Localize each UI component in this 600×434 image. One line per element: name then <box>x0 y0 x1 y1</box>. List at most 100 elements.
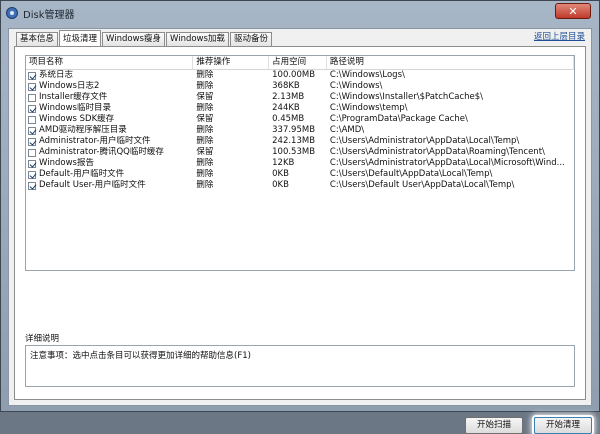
junk-cleanup-pane: 项目名称 推荐操作 占用空间 路径说明 系统日志 删除 100.00MB C:\Win… <box>14 46 592 434</box>
row-path: C:\ProgramData\Package Cache\ <box>329 114 468 124</box>
row-name-cell: Default User-用户临时文件 <box>26 180 193 191</box>
close-icon: ✕ <box>568 4 578 18</box>
row-path: C:\Users\Administrator\AppData\Local\Mic… <box>329 158 565 168</box>
row-action: 删除 <box>196 125 214 135</box>
row-name: Installer缓存文件 <box>39 92 108 102</box>
row-name-cell: Administrator-腾讯QQ临时缓存 <box>26 147 193 158</box>
row-name-cell: Installer缓存文件 <box>26 92 193 103</box>
row-name: Administrator-腾讯QQ临时缓存 <box>39 147 164 157</box>
row-name: AMD驱动程序解压目录 <box>39 125 127 135</box>
row-checkbox[interactable] <box>28 159 36 168</box>
list-header: 项目名称 推荐操作 占用空间 路径说明 <box>26 56 574 70</box>
help-link[interactable]: 返回上层目录 <box>534 30 585 42</box>
row-path: C:\Users\Administrator\AppData\Roaming\T… <box>329 147 545 157</box>
row-action: 删除 <box>196 103 214 113</box>
row-path: C:\Users\Administrator\AppData\Local\Tem… <box>329 136 520 146</box>
cleanup-item-list[interactable]: 项目名称 推荐操作 占用空间 路径说明 系统日志 删除 100.00MB C:\Win… <box>25 55 575 271</box>
row-action: 删除 <box>196 81 214 91</box>
tab-basic-info[interactable]: 基本信息 <box>16 32 59 46</box>
table-row[interactable]: Administrator-用户临时文件 删除 242.13MB C:\Users\A… <box>26 136 574 147</box>
disk-manager-window: Disk管理器 ✕ 基本信息 垃圾清理 Windows瘦身 Windows加载 … <box>0 0 600 434</box>
table-row[interactable]: Windows临时目录 删除 244KB C:\Windows\temp\ <box>26 103 574 114</box>
row-checkbox[interactable] <box>28 137 36 146</box>
table-row[interactable]: Administrator-腾讯QQ临时缓存 保留 100.53MB C:\Users… <box>26 147 574 158</box>
row-name: Windows临时目录 <box>39 103 111 113</box>
column-header-size[interactable]: 占用空间 <box>269 56 327 69</box>
row-checkbox[interactable] <box>28 82 36 91</box>
row-name-cell: Windows临时目录 <box>26 103 193 114</box>
tab-driver-backup[interactable]: 驱动备份 <box>229 32 272 46</box>
row-name: Windows日志2 <box>39 81 100 91</box>
row-name-cell: AMD驱动程序解压目录 <box>26 125 193 136</box>
detail-label: 详细说明 <box>25 334 60 344</box>
row-path: C:\Windows\temp\ <box>329 103 408 113</box>
row-action: 保留 <box>196 147 214 157</box>
table-row[interactable]: Windows日志2 删除 368KB C:\Windows\ <box>26 81 574 92</box>
row-action: 删除 <box>196 136 214 146</box>
row-size: 0KB <box>272 180 289 190</box>
row-name: 系统日志 <box>39 70 74 80</box>
client-area: 基本信息 垃圾清理 Windows瘦身 Windows加载 驱动备份 返回上层目… <box>8 28 592 434</box>
row-name: Windows SDK缓存 <box>39 114 115 124</box>
row-size: 242.13MB <box>272 136 316 146</box>
row-checkbox[interactable] <box>28 115 36 124</box>
tab-windows-startup[interactable]: Windows加载 <box>165 32 229 46</box>
row-name-cell: Administrator-用户临时文件 <box>26 136 193 147</box>
column-header-name[interactable]: 项目名称 <box>26 56 194 69</box>
row-checkbox[interactable] <box>28 126 36 135</box>
row-action: 删除 <box>196 169 214 179</box>
row-size: 368KB <box>272 81 300 91</box>
row-name: Administrator-用户临时文件 <box>39 136 151 146</box>
start-scan-button[interactable]: 开始扫描 <box>465 417 523 434</box>
row-size: 337.95MB <box>272 125 316 135</box>
tab-strip: 基本信息 垃圾清理 Windows瘦身 Windows加载 驱动备份 <box>16 30 273 46</box>
table-row[interactable]: AMD驱动程序解压目录 删除 337.95MB C:\AMD\ <box>26 125 574 136</box>
row-name-cell: Windows报告 <box>26 158 193 169</box>
row-name: Windows报告 <box>39 158 94 168</box>
row-checkbox[interactable] <box>28 104 36 113</box>
row-action: 保留 <box>196 114 214 124</box>
row-checkbox[interactable] <box>28 170 36 179</box>
row-checkbox[interactable] <box>28 148 36 157</box>
row-size: 244KB <box>272 103 300 113</box>
title-bar[interactable]: Disk管理器 ✕ <box>1 1 599 25</box>
row-size: 2.13MB <box>272 92 305 102</box>
row-checkbox[interactable] <box>28 181 36 190</box>
window-title: Disk管理器 <box>23 9 75 21</box>
list-body: 系统日志 删除 100.00MB C:\Windows\Logs\ Windows日志2… <box>26 70 574 191</box>
gear-icon <box>6 7 18 19</box>
row-action: 删除 <box>196 180 214 190</box>
start-clean-button[interactable]: 开始清理 <box>534 417 592 434</box>
row-path: C:\Users\Default\AppData\Local\Temp\ <box>329 169 493 179</box>
table-row[interactable]: 系统日志 删除 100.00MB C:\Windows\Logs\ <box>26 70 574 81</box>
row-name-cell: Windows SDK缓存 <box>26 114 193 125</box>
table-row[interactable]: Windows报告 删除 12KB C:\Users\Administrator\Ap… <box>26 158 574 169</box>
row-name: Default User-用户临时文件 <box>39 180 146 190</box>
column-header-action[interactable]: 推荐操作 <box>193 56 270 69</box>
row-path: C:\Users\Default User\AppData\Local\Temp… <box>329 180 515 190</box>
row-checkbox[interactable] <box>28 93 36 102</box>
row-size: 0.45MB <box>272 114 305 124</box>
detail-text: 注意事项：选中点击条目可以获得更加详细的帮助信息(F1) <box>30 351 251 361</box>
row-size: 100.53MB <box>272 147 316 157</box>
close-button[interactable]: ✕ <box>555 3 591 19</box>
row-size: 0KB <box>272 169 289 179</box>
table-row[interactable]: Default User-用户临时文件 删除 0KB C:\Users\Default… <box>26 180 574 191</box>
tab-windows-slimming[interactable]: Windows瘦身 <box>102 32 165 46</box>
table-row[interactable]: Windows SDK缓存 保留 0.45MB C:\ProgramData\Pack… <box>26 114 574 125</box>
row-name-cell: Windows日志2 <box>26 81 193 92</box>
row-name-cell: 系统日志 <box>26 70 193 81</box>
row-action: 保留 <box>196 92 214 102</box>
row-path: C:\Windows\Logs\ <box>329 70 405 80</box>
row-name: Default-用户临时文件 <box>39 169 125 179</box>
row-checkbox[interactable] <box>28 71 36 80</box>
row-path: C:\Windows\Installer\$PatchCache$\ <box>329 92 484 102</box>
detail-text-box: 注意事项：选中点击条目可以获得更加详细的帮助信息(F1) <box>25 345 575 387</box>
row-name-cell: Default-用户临时文件 <box>26 169 193 180</box>
table-row[interactable]: Default-用户临时文件 删除 0KB C:\Users\Default\AppD… <box>26 169 574 180</box>
row-action: 删除 <box>196 70 214 80</box>
table-row[interactable]: Installer缓存文件 保留 2.13MB C:\Windows\Installe… <box>26 92 574 103</box>
row-size: 100.00MB <box>272 70 316 80</box>
column-header-path[interactable]: 路径说明 <box>327 56 574 69</box>
tab-junk-cleanup[interactable]: 垃圾清理 <box>59 30 102 46</box>
